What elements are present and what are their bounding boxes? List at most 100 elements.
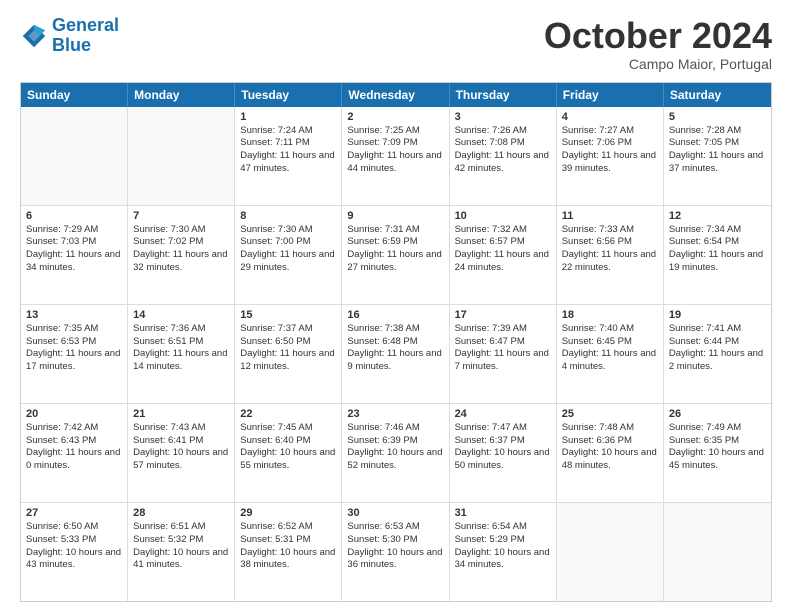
cell-day-number: 9: [347, 210, 443, 222]
calendar-cell: 26 Sunrise: 7:49 AM Sunset: 6:35 PM Dayli…: [664, 404, 771, 502]
calendar-row-2: 6 Sunrise: 7:29 AM Sunset: 7:03 PM Daylig…: [21, 205, 771, 304]
cell-day-number: 15: [240, 309, 336, 321]
calendar-row-4: 20Sunrise: 7:42 AM Sunset: 6:43 PM Dayli…: [21, 403, 771, 502]
cell-info: Sunrise: 7:47 AM Sunset: 6:37 PM Dayligh…: [455, 422, 551, 473]
cell-info: Sunrise: 7:39 AM Sunset: 6:47 PM Dayligh…: [455, 323, 551, 374]
cell-info: Sunrise: 7:36 AM Sunset: 6:51 PM Dayligh…: [133, 323, 229, 374]
cell-info: Sunrise: 7:30 AM Sunset: 7:02 PM Dayligh…: [133, 224, 229, 275]
calendar-cell: 15 Sunrise: 7:37 AM Sunset: 6:50 PM Dayli…: [235, 305, 342, 403]
cell-info: Sunrise: 6:52 AM Sunset: 5:31 PM Dayligh…: [240, 521, 336, 572]
calendar-cell: 2 Sunrise: 7:25 AM Sunset: 7:09 PM Daylig…: [342, 107, 449, 205]
calendar-row-1: 1 Sunrise: 7:24 AM Sunset: 7:11 PM Daylig…: [21, 107, 771, 205]
calendar-cell: 22 Sunrise: 7:45 AM Sunset: 6:40 PM Dayli…: [235, 404, 342, 502]
cell-info: Sunrise: 7:46 AM Sunset: 6:39 PM Dayligh…: [347, 422, 443, 473]
cell-day-number: 10: [455, 210, 551, 222]
calendar-cell: 16 Sunrise: 7:38 AM Sunset: 6:48 PM Dayli…: [342, 305, 449, 403]
calendar-cell: 21Sunrise: 7:43 AM Sunset: 6:41 PM Dayli…: [128, 404, 235, 502]
calendar-cell: 10Sunrise: 7:32 AM Sunset: 6:57 PM Dayli…: [450, 206, 557, 304]
cell-day-number: 25: [562, 408, 658, 420]
cell-info: Sunrise: 7:25 AM Sunset: 7:09 PM Dayligh…: [347, 125, 443, 176]
calendar-cell: 12Sunrise: 7:34 AM Sunset: 6:54 PM Dayli…: [664, 206, 771, 304]
header-day-sunday: Sunday: [21, 83, 128, 107]
calendar-cell: 18Sunrise: 7:40 AM Sunset: 6:45 PM Dayli…: [557, 305, 664, 403]
calendar-cell: 29 Sunrise: 6:52 AM Sunset: 5:31 PM Dayli…: [235, 503, 342, 601]
cell-info: Sunrise: 6:53 AM Sunset: 5:30 PM Dayligh…: [347, 521, 443, 572]
cell-info: Sunrise: 7:37 AM Sunset: 6:50 PM Dayligh…: [240, 323, 336, 374]
cell-day-number: 26: [669, 408, 766, 420]
cell-info: Sunrise: 6:54 AM Sunset: 5:29 PM Dayligh…: [455, 521, 551, 572]
calendar-cell: 14Sunrise: 7:36 AM Sunset: 6:51 PM Dayli…: [128, 305, 235, 403]
calendar-cell: [21, 107, 128, 205]
cell-day-number: 16: [347, 309, 443, 321]
calendar-cell: 11 Sunrise: 7:33 AM Sunset: 6:56 PM Dayli…: [557, 206, 664, 304]
calendar-cell: 17 Sunrise: 7:39 AM Sunset: 6:47 PM Dayli…: [450, 305, 557, 403]
calendar-cell: 31 Sunrise: 6:54 AM Sunset: 5:29 PM Dayli…: [450, 503, 557, 601]
cell-day-number: 6: [26, 210, 122, 222]
calendar-cell: [557, 503, 664, 601]
cell-info: Sunrise: 7:38 AM Sunset: 6:48 PM Dayligh…: [347, 323, 443, 374]
calendar-row-3: 13Sunrise: 7:35 AM Sunset: 6:53 PM Dayli…: [21, 304, 771, 403]
calendar-cell: 13Sunrise: 7:35 AM Sunset: 6:53 PM Dayli…: [21, 305, 128, 403]
cell-day-number: 28: [133, 507, 229, 519]
cell-info: Sunrise: 7:41 AM Sunset: 6:44 PM Dayligh…: [669, 323, 766, 374]
cell-day-number: 11: [562, 210, 658, 222]
calendar-cell: 30 Sunrise: 6:53 AM Sunset: 5:30 PM Dayli…: [342, 503, 449, 601]
calendar-cell: 9 Sunrise: 7:31 AM Sunset: 6:59 PM Daylig…: [342, 206, 449, 304]
calendar-cell: 27Sunrise: 6:50 AM Sunset: 5:33 PM Dayli…: [21, 503, 128, 601]
cell-info: Sunrise: 7:31 AM Sunset: 6:59 PM Dayligh…: [347, 224, 443, 275]
cell-day-number: 17: [455, 309, 551, 321]
calendar: SundayMondayTuesdayWednesdayThursdayFrid…: [20, 82, 772, 602]
cell-info: Sunrise: 7:26 AM Sunset: 7:08 PM Dayligh…: [455, 125, 551, 176]
cell-day-number: 27: [26, 507, 122, 519]
cell-info: Sunrise: 7:29 AM Sunset: 7:03 PM Dayligh…: [26, 224, 122, 275]
header-day-thursday: Thursday: [450, 83, 557, 107]
cell-info: Sunrise: 7:49 AM Sunset: 6:35 PM Dayligh…: [669, 422, 766, 473]
cell-info: Sunrise: 7:24 AM Sunset: 7:11 PM Dayligh…: [240, 125, 336, 176]
cell-info: Sunrise: 7:48 AM Sunset: 6:36 PM Dayligh…: [562, 422, 658, 473]
cell-info: Sunrise: 7:30 AM Sunset: 7:00 PM Dayligh…: [240, 224, 336, 275]
calendar-cell: 6 Sunrise: 7:29 AM Sunset: 7:03 PM Daylig…: [21, 206, 128, 304]
calendar-cell: 3 Sunrise: 7:26 AM Sunset: 7:08 PM Daylig…: [450, 107, 557, 205]
location: Campo Maior, Portugal: [544, 56, 772, 72]
cell-info: Sunrise: 7:27 AM Sunset: 7:06 PM Dayligh…: [562, 125, 658, 176]
calendar-cell: 24 Sunrise: 7:47 AM Sunset: 6:37 PM Dayli…: [450, 404, 557, 502]
cell-day-number: 29: [240, 507, 336, 519]
header-day-wednesday: Wednesday: [342, 83, 449, 107]
cell-info: Sunrise: 7:42 AM Sunset: 6:43 PM Dayligh…: [26, 422, 122, 473]
calendar-cell: 4 Sunrise: 7:27 AM Sunset: 7:06 PM Daylig…: [557, 107, 664, 205]
cell-day-number: 3: [455, 111, 551, 123]
cell-day-number: 2: [347, 111, 443, 123]
cell-day-number: 22: [240, 408, 336, 420]
cell-info: Sunrise: 7:34 AM Sunset: 6:54 PM Dayligh…: [669, 224, 766, 275]
calendar-cell: 8 Sunrise: 7:30 AM Sunset: 7:00 PM Daylig…: [235, 206, 342, 304]
cell-day-number: 8: [240, 210, 336, 222]
logo-text: General Blue: [52, 16, 119, 56]
header-day-saturday: Saturday: [664, 83, 771, 107]
calendar-cell: 23 Sunrise: 7:46 AM Sunset: 6:39 PM Dayli…: [342, 404, 449, 502]
logo-line2: Blue: [52, 35, 91, 55]
cell-day-number: 7: [133, 210, 229, 222]
page: General Blue October 2024 Campo Maior, P…: [0, 0, 792, 612]
logo-icon: [20, 22, 48, 50]
cell-day-number: 30: [347, 507, 443, 519]
cell-day-number: 31: [455, 507, 551, 519]
logo: General Blue: [20, 16, 119, 56]
calendar-cell: 7 Sunrise: 7:30 AM Sunset: 7:02 PM Daylig…: [128, 206, 235, 304]
cell-day-number: 23: [347, 408, 443, 420]
header: General Blue October 2024 Campo Maior, P…: [20, 16, 772, 72]
calendar-cell: 25 Sunrise: 7:48 AM Sunset: 6:36 PM Dayli…: [557, 404, 664, 502]
cell-day-number: 1: [240, 111, 336, 123]
calendar-header: SundayMondayTuesdayWednesdayThursdayFrid…: [21, 83, 771, 107]
cell-info: Sunrise: 7:33 AM Sunset: 6:56 PM Dayligh…: [562, 224, 658, 275]
cell-day-number: 21: [133, 408, 229, 420]
logo-line1: General: [52, 15, 119, 35]
calendar-cell: 20Sunrise: 7:42 AM Sunset: 6:43 PM Dayli…: [21, 404, 128, 502]
cell-day-number: 24: [455, 408, 551, 420]
calendar-row-5: 27Sunrise: 6:50 AM Sunset: 5:33 PM Dayli…: [21, 502, 771, 601]
cell-day-number: 5: [669, 111, 766, 123]
calendar-cell: [664, 503, 771, 601]
header-day-tuesday: Tuesday: [235, 83, 342, 107]
cell-info: Sunrise: 7:45 AM Sunset: 6:40 PM Dayligh…: [240, 422, 336, 473]
header-day-monday: Monday: [128, 83, 235, 107]
cell-day-number: 4: [562, 111, 658, 123]
